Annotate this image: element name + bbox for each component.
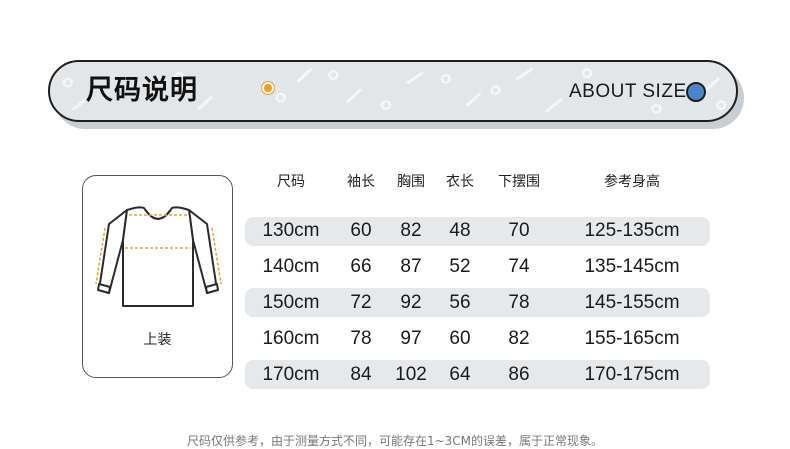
garment-card: 上装 (82, 175, 233, 378)
cell-hem: 70 (508, 220, 530, 241)
cell-height: 135-145cm (584, 256, 680, 277)
cell-length: 48 (449, 220, 471, 241)
cell-chest: 87 (400, 256, 422, 277)
garment-label: 上装 (143, 332, 172, 348)
cell-length: 56 (449, 292, 471, 313)
cell-hem: 82 (508, 328, 530, 349)
cell-size: 150cm (262, 292, 320, 313)
header-chest: 胸围 (397, 174, 425, 190)
cell-height: 145-155cm (584, 292, 680, 313)
blue-dot-icon (686, 82, 706, 102)
cell-sleeve: 78 (350, 328, 372, 349)
cell-size: 140cm (262, 256, 320, 277)
cell-length: 64 (449, 364, 471, 385)
cell-length: 52 (449, 256, 471, 277)
header-sleeve-length: 袖长 (347, 174, 375, 190)
cell-size: 130cm (262, 220, 320, 241)
cell-length: 60 (449, 328, 471, 349)
cell-chest: 102 (395, 364, 427, 385)
header-size: 尺码 (277, 174, 305, 190)
banner-subtitle: ABOUT SIZE (569, 81, 687, 102)
cell-hem: 78 (508, 292, 530, 313)
cell-sleeve: 60 (350, 220, 372, 241)
banner-title: 尺码说明 (86, 75, 198, 106)
header-reference-height: 参考身高 (604, 174, 660, 190)
size-banner: 尺码说明 ABOUT SIZE (48, 60, 738, 122)
long-sleeve-shirt-icon (95, 206, 222, 307)
cell-hem: 74 (508, 256, 530, 277)
cell-hem: 86 (508, 364, 530, 385)
size-disclaimer: 尺码仅供参考，由于测量方式不同，可能存在1~3CM的误差，属于正常现象。 (186, 434, 604, 448)
cell-size: 160cm (262, 328, 320, 349)
orange-dot-icon (262, 82, 274, 94)
cell-chest: 97 (400, 328, 422, 349)
cell-height: 155-165cm (584, 328, 680, 349)
cell-chest: 82 (400, 220, 422, 241)
cell-height: 170-175cm (584, 364, 680, 385)
cell-chest: 92 (400, 292, 422, 313)
cell-size: 170cm (262, 364, 320, 385)
cell-sleeve: 84 (350, 364, 372, 385)
cell-sleeve: 66 (350, 256, 372, 277)
cell-height: 125-135cm (584, 220, 680, 241)
header-body-length: 衣长 (446, 174, 474, 190)
cell-sleeve: 72 (350, 292, 372, 313)
header-hem: 下摆围 (498, 174, 540, 190)
